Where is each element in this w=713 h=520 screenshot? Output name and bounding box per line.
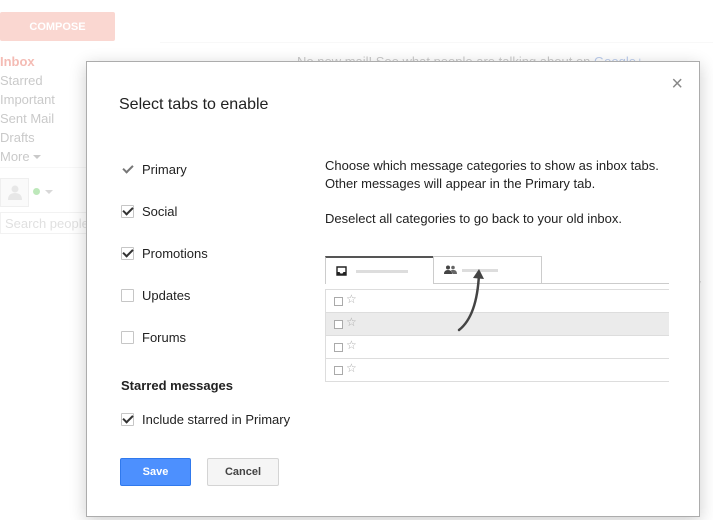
category-label: Promotions bbox=[142, 245, 208, 261]
toolbar bbox=[160, 12, 713, 43]
status-caret-icon[interactable] bbox=[45, 190, 53, 198]
avatar[interactable] bbox=[0, 178, 29, 207]
nav-item-more[interactable]: More bbox=[0, 147, 55, 166]
star-icon: ☆ bbox=[346, 338, 357, 352]
category-label: Primary bbox=[142, 161, 187, 177]
save-button[interactable]: Save bbox=[120, 458, 191, 486]
description-line: Other messages will appear in the Primar… bbox=[325, 176, 596, 191]
row-checkbox-icon bbox=[334, 366, 343, 375]
description-line: Deselect all categories to go back to yo… bbox=[325, 211, 623, 226]
updates-checkbox[interactable] bbox=[121, 288, 134, 302]
row-checkbox-icon bbox=[334, 297, 343, 306]
person-icon bbox=[7, 185, 22, 200]
nav-item-inbox[interactable]: Inbox bbox=[0, 52, 55, 71]
nav-item-starred[interactable]: Starred bbox=[0, 71, 55, 90]
category-social[interactable]: Social bbox=[121, 202, 177, 220]
close-icon[interactable]: × bbox=[671, 74, 683, 94]
inbox-icon bbox=[336, 266, 347, 276]
select-tabs-dialog: × Select tabs to enable Primary Social P… bbox=[86, 61, 700, 517]
dialog-title: Select tabs to enable bbox=[119, 96, 269, 113]
nav-item-important[interactable]: Important bbox=[0, 90, 55, 109]
preview-row: ☆ bbox=[325, 312, 669, 335]
preview-tab-primary bbox=[325, 256, 434, 284]
check-icon bbox=[121, 162, 134, 176]
include-starred-checkbox[interactable] bbox=[121, 412, 134, 426]
category-forums[interactable]: Forums bbox=[121, 328, 186, 346]
promotions-checkbox[interactable] bbox=[121, 246, 134, 260]
preview-row: ☆ bbox=[325, 358, 669, 382]
tab-baseline bbox=[541, 283, 669, 284]
forums-checkbox[interactable] bbox=[121, 330, 134, 344]
cancel-button[interactable]: Cancel bbox=[207, 458, 279, 486]
compose-button[interactable]: COMPOSE bbox=[0, 12, 115, 41]
inbox-preview: ☆ ☆ ☆ ☆ bbox=[325, 256, 669, 396]
include-starred-option[interactable]: Include starred in Primary bbox=[121, 410, 290, 428]
nav-list: Inbox Starred Important Sent Mail Drafts… bbox=[0, 52, 55, 166]
preview-rows: ☆ ☆ ☆ ☆ bbox=[325, 289, 669, 382]
category-updates[interactable]: Updates bbox=[121, 286, 190, 304]
preview-row: ☆ bbox=[325, 335, 669, 358]
starred-heading: Starred messages bbox=[121, 378, 234, 393]
category-label: Social bbox=[142, 203, 178, 219]
curved-arrow-icon bbox=[457, 269, 484, 332]
row-checkbox-icon bbox=[334, 343, 343, 352]
status-dot-icon bbox=[33, 188, 40, 195]
category-primary[interactable]: Primary bbox=[121, 160, 187, 178]
tab-placeholder-bar bbox=[356, 270, 408, 273]
social-checkbox[interactable] bbox=[121, 204, 134, 218]
category-label: Forums bbox=[142, 329, 187, 345]
category-label: Updates bbox=[142, 287, 191, 303]
star-icon: ☆ bbox=[346, 292, 357, 306]
category-promotions[interactable]: Promotions bbox=[121, 244, 208, 262]
star-icon: ☆ bbox=[346, 315, 357, 329]
description: Choose which message categories to show … bbox=[325, 157, 675, 228]
include-starred-label: Include starred in Primary bbox=[142, 411, 291, 427]
nav-item-sent-mail[interactable]: Sent Mail bbox=[0, 109, 55, 128]
preview-row: ☆ bbox=[325, 289, 669, 312]
description-line: Choose which message categories to show … bbox=[325, 158, 659, 173]
star-icon: ☆ bbox=[346, 361, 357, 375]
row-checkbox-icon bbox=[334, 320, 343, 329]
nav-item-drafts[interactable]: Drafts bbox=[0, 128, 55, 147]
